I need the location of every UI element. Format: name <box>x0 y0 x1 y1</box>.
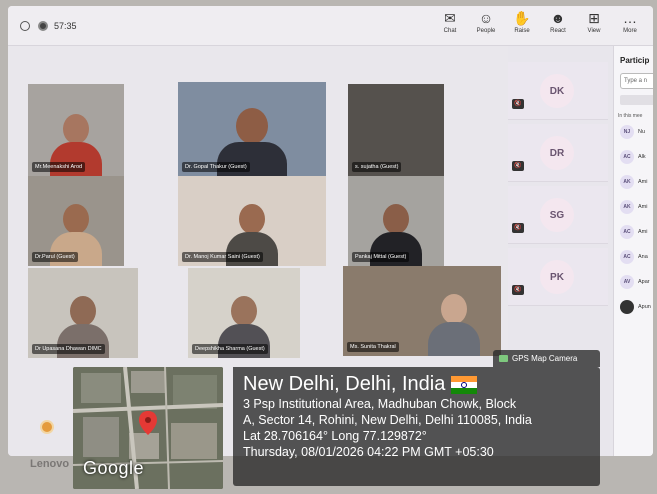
india-flag-icon <box>451 375 478 394</box>
map-camera-icon <box>499 355 508 362</box>
meeting-timer: 57:35 <box>54 20 77 31</box>
more-label: More <box>623 28 637 34</box>
tile-name-label: Dr. Gopal Thakur (Guest) <box>182 162 250 172</box>
share-invite-bar[interactable] <box>620 95 653 105</box>
smiley-icon: ☻ <box>550 10 566 26</box>
taskbar-app-icon[interactable] <box>40 420 54 434</box>
participant-row[interactable]: AC Alk <box>614 144 653 169</box>
coordinates-text: Lat 28.706164° Long 77.129872° <box>243 429 427 443</box>
avatar: AV <box>620 274 634 289</box>
gps-camera-badge: GPS Map Camera <box>493 350 600 367</box>
people-icon: ☺ <box>478 10 494 26</box>
participants-panel: Particip Type a n In this mee NJ Nu AC A… <box>613 46 653 456</box>
meeting-titlebar: 57:35 ✉ Chat ☺ People ✋ Raise ☻ React ⊞ … <box>8 6 653 46</box>
recording-icon <box>38 20 48 31</box>
location-city: New Delhi, Delhi, India <box>243 373 590 396</box>
in-meeting-section-header[interactable]: In this mee <box>614 105 653 119</box>
participant-name: Apar <box>638 278 650 285</box>
video-tile[interactable]: Mr.Meenakshi Arod <box>28 84 124 176</box>
location-info-card: New Delhi, Delhi, India 3 Psp Institutio… <box>233 367 600 486</box>
avatar: DR <box>540 136 574 170</box>
shield-icon <box>20 20 30 31</box>
mic-muted-icon: 🔇 <box>512 99 524 109</box>
chat-icon: ✉ <box>444 10 456 26</box>
ellipsis-icon: … <box>623 10 637 26</box>
video-tile[interactable]: Dr. Gopal Thakur (Guest) <box>178 82 326 176</box>
participant-video <box>427 294 480 356</box>
react-button[interactable]: ☻ React <box>543 8 573 34</box>
participant-avatar-tile[interactable]: 🔇 PK <box>508 248 608 306</box>
more-button[interactable]: … More <box>615 8 645 34</box>
address-line: A, Sector 14, Rohini, New Delhi, Delhi 1… <box>243 413 532 427</box>
participant-row[interactable]: Apun <box>614 294 653 319</box>
tile-name-label: Mr.Meenakshi Arod <box>32 162 86 172</box>
map-provider-logo: Google <box>83 458 145 478</box>
tile-name-label: Deepshikha Sharma (Guest) <box>192 344 268 354</box>
video-tile[interactable]: Dr Upasana Dhawan DIMC <box>28 268 138 358</box>
video-tile[interactable]: s. sujatha (Guest) <box>348 84 444 176</box>
participant-avatar-tile[interactable]: 🔇 SG <box>508 186 608 244</box>
avatar: AK <box>620 199 634 214</box>
address-line: 3 Psp Institutional Area, Madhuban Chowk… <box>243 397 517 411</box>
mic-muted-icon: 🔇 <box>512 223 524 233</box>
city-text: New Delhi, Delhi, India <box>243 373 446 395</box>
panel-title: Particip <box>620 56 650 65</box>
video-tile[interactable]: Pankaj Mittal (Guest) <box>348 176 444 266</box>
avatar: AC <box>620 249 634 264</box>
view-label: View <box>587 28 601 34</box>
meeting-toolbar: ✉ Chat ☺ People ✋ Raise ☻ React ⊞ View …… <box>435 8 645 34</box>
video-tile[interactable]: Dr. Manoj Kumar Saini (Guest) <box>178 176 326 266</box>
avatar: AK <box>620 174 634 189</box>
tile-name-label: Ms. Sunita Thakral <box>347 342 399 352</box>
overflow-participant-tiles: 🔇 DK 🔇 DR 🔇 SG 🔇 PK <box>508 46 613 346</box>
react-label: React <box>550 28 566 34</box>
tile-name-label: Dr. Manoj Kumar Saini (Guest) <box>182 252 263 262</box>
participant-row[interactable]: AC Ana <box>614 244 653 269</box>
avatar <box>620 299 634 314</box>
datetime-text: Thursday, 08/01/2026 04:22 PM GMT +05:30 <box>243 445 494 459</box>
avatar: AC <box>620 224 634 239</box>
participant-row[interactable]: AC Ami <box>614 219 653 244</box>
avatar: NJ <box>620 124 634 139</box>
chat-button[interactable]: ✉ Chat <box>435 8 465 34</box>
avatar: SG <box>540 198 574 232</box>
participant-avatar-tile[interactable]: 🔇 DR <box>508 124 608 182</box>
video-tile[interactable]: Deepshikha Sharma (Guest) <box>188 268 300 358</box>
participant-avatar-tile[interactable]: 🔇 DK <box>508 62 608 120</box>
participant-search-input[interactable]: Type a n <box>620 73 653 89</box>
participant-name: Ana <box>638 253 648 260</box>
tile-name-label: Dr Upasana Dhawan DIMC <box>32 344 105 354</box>
participant-name: Ami <box>638 203 648 210</box>
participant-name: Apun <box>638 303 651 310</box>
raise-hand-button[interactable]: ✋ Raise <box>507 8 537 34</box>
people-button[interactable]: ☺ People <box>471 8 501 34</box>
participant-name: Alk <box>638 153 646 160</box>
people-label: People <box>476 28 496 34</box>
video-tile[interactable]: Dr.Parul (Guest) <box>28 176 124 266</box>
raise-label: Raise <box>514 28 530 34</box>
avatar: DK <box>540 74 574 108</box>
participant-row[interactable]: NJ Nu <box>614 119 653 144</box>
video-tile[interactable]: Ms. Sunita Thakral <box>343 266 501 356</box>
chat-label: Chat <box>443 28 457 34</box>
participant-row[interactable]: AK Ami <box>614 169 653 194</box>
tile-name-label: Dr.Parul (Guest) <box>32 252 78 262</box>
mic-muted-icon: 🔇 <box>512 161 524 171</box>
mic-muted-icon: 🔇 <box>512 285 524 295</box>
hand-icon: ✋ <box>513 10 531 26</box>
participant-row[interactable]: AK Ami <box>614 194 653 219</box>
participant-name: Ami <box>638 228 648 235</box>
device-brand-logo: Lenovo <box>30 458 70 470</box>
tile-name-label: Pankaj Mittal (Guest) <box>352 252 410 262</box>
tile-name-label: s. sujatha (Guest) <box>352 162 402 172</box>
location-map-thumbnail: Google <box>73 367 223 489</box>
participant-name: Ami <box>638 178 648 185</box>
participant-row[interactable]: AV Apar <box>614 269 653 294</box>
avatar: AC <box>620 149 634 164</box>
participant-name: Nu <box>638 128 646 135</box>
view-button[interactable]: ⊞ View <box>579 8 609 34</box>
grid-icon: ⊞ <box>588 10 600 26</box>
avatar: PK <box>540 260 574 294</box>
gps-camera-label: GPS Map Camera <box>512 354 578 363</box>
